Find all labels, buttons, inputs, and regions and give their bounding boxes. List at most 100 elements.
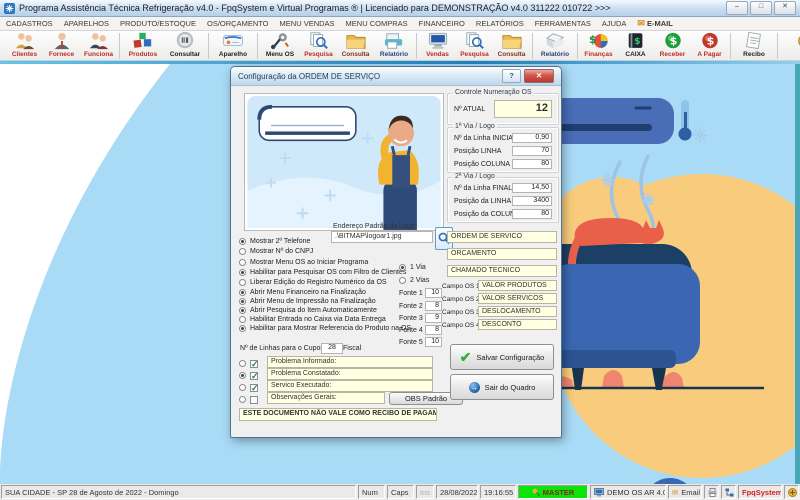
menu-relatorios[interactable]: RELATÓRIOS: [476, 19, 524, 28]
titulo-chamado-tecnico-field[interactable]: CHAMADO TECNICO: [447, 265, 557, 277]
toolbar-relatorio-os[interactable]: Relatório: [374, 31, 414, 60]
status-printer[interactable]: [704, 485, 719, 499]
option-1-via[interactable]: 1 Via: [399, 263, 426, 272]
toolbar-produtos[interactable]: Produtos: [122, 31, 164, 60]
logo-path-field[interactable]: .\BITMAP\logoar1.jpg: [331, 231, 433, 243]
toolbar-fornecedores[interactable]: Fornece: [43, 31, 80, 60]
status-system[interactable]: [784, 485, 799, 499]
radio-icon[interactable]: [239, 298, 246, 305]
toolbar-menu-os[interactable]: Menu OS: [260, 31, 300, 60]
toolbar-aparelho[interactable]: Aparelho: [211, 31, 255, 60]
menu-financeiro[interactable]: FINANCEIRO: [419, 19, 465, 28]
problema-constatado-field[interactable]: Problema Constatado:: [267, 368, 433, 380]
campo-os-1-field[interactable]: VALOR PRODUTOS: [478, 280, 557, 291]
option-pesquisar-filtro-clientes[interactable]: Habilitar para Pesquisar OS com Filtro d…: [239, 268, 406, 277]
campo-os-2-field[interactable]: VALOR SERVICOS: [478, 293, 557, 304]
fonte3-field[interactable]: 9: [425, 313, 442, 323]
fonte4-field[interactable]: 8: [425, 325, 442, 335]
titulo-orcamento-field[interactable]: ORCAMENTO: [447, 248, 557, 260]
dialog-titlebar[interactable]: Configuração da ORDEM DE SERVIÇO ? ✕: [231, 67, 561, 86]
campo-os-4-field[interactable]: DESCONTO: [478, 319, 557, 330]
radio-icon[interactable]: [239, 307, 246, 314]
option-mostrar-cnpj[interactable]: Mostrar Nº do CNPJ: [239, 247, 313, 256]
toolbar-pesquisa-os[interactable]: Pesquisa: [300, 31, 337, 60]
menu-cadastros[interactable]: CADASTROS: [6, 19, 53, 28]
servico-executado-field[interactable]: Servico Executado:: [267, 380, 433, 392]
toolbar-funcionarios[interactable]: Funciona: [80, 31, 117, 60]
toolbar-consulta-vendas[interactable]: Consulta: [493, 31, 530, 60]
option-liberar-edicao-registro[interactable]: Liberar Edição do Registro Numérico da O…: [239, 278, 387, 287]
radio-icon[interactable]: [399, 264, 406, 271]
radio-icon[interactable]: [239, 360, 246, 367]
option-pesquisa-item-automatico[interactable]: Abrir Pesquisa do Item Automaticamente: [239, 306, 377, 315]
menu-vendas[interactable]: MENU VENDAS: [280, 19, 335, 28]
toolbar-consulta-os[interactable]: Consulta: [337, 31, 374, 60]
fonte2-field[interactable]: 8: [425, 301, 442, 311]
radio-icon[interactable]: [399, 277, 406, 284]
radio-icon[interactable]: [239, 248, 246, 255]
menu-ferramentas[interactable]: FERRAMENTAS: [535, 19, 591, 28]
fonte5-field[interactable]: 10: [425, 337, 442, 347]
posicao-linha-field[interactable]: 70: [512, 146, 552, 156]
toolbar-a-pagar[interactable]: $ A Pagar: [691, 31, 728, 60]
menu-email[interactable]: ✉ E-MAIL: [637, 18, 672, 29]
option-mostrar-2-telefone[interactable]: Mostrar 2º Telefone: [239, 237, 310, 246]
linha-final-field[interactable]: 14,50: [512, 183, 552, 193]
radio-icon[interactable]: [239, 238, 246, 245]
toolbar-moeda[interactable]: [780, 31, 800, 60]
posicao-coluna-field[interactable]: 80: [512, 159, 552, 169]
checkbox-icon[interactable]: [250, 396, 258, 404]
minimize-button[interactable]: –: [726, 1, 748, 15]
sair-do-quadro-button[interactable]: → Sair do Quadro: [450, 374, 554, 400]
campo-os-3-field[interactable]: DESLOCAMENTO: [478, 306, 557, 317]
linha-inicial-field[interactable]: 0,90: [512, 133, 552, 143]
checkbox-icon[interactable]: [250, 384, 258, 392]
radio-icon[interactable]: [239, 372, 246, 379]
posicao-da-linha-field[interactable]: 3400: [512, 196, 552, 206]
close-button[interactable]: ✕: [774, 1, 796, 15]
option-2-vias[interactable]: 2 Vias: [399, 276, 429, 285]
radio-icon[interactable]: [239, 396, 246, 403]
option-entrada-caixa-data-entrega[interactable]: Habilitar Entrada no Caixa via Data Entr…: [239, 315, 386, 324]
status-network[interactable]: [721, 485, 736, 499]
toolbar-financas[interactable]: $ Finanças: [580, 31, 617, 60]
problema-informado-field[interactable]: Problema Informado:: [267, 356, 433, 368]
titulo-ordem-servico-field[interactable]: ORDEM DE SERVICO: [447, 231, 557, 243]
menu-produto-estoque[interactable]: PRODUTO/ESTOQUE: [120, 19, 196, 28]
toolbar-vendas[interactable]: Vendas: [419, 31, 456, 60]
dialog-close-button[interactable]: ✕: [524, 69, 554, 83]
toolbar-recibo[interactable]: Recibo: [733, 31, 775, 60]
option-menu-os-iniciar[interactable]: Mostrar Menu OS ao Iniciar Programa: [239, 258, 368, 267]
radio-icon[interactable]: [239, 316, 246, 323]
dialog-help-button[interactable]: ?: [502, 69, 521, 83]
toolbar-pesquisa-vendas[interactable]: Pesquisa: [456, 31, 493, 60]
radio-icon[interactable]: [239, 289, 246, 296]
cupom-field[interactable]: 28: [321, 343, 343, 354]
option-menu-financeiro-finalizacao[interactable]: Abrir Menu Financeiro na Finalização: [239, 288, 366, 297]
radio-icon[interactable]: [239, 269, 246, 276]
toolbar-receber[interactable]: $ Receber: [654, 31, 691, 60]
toolbar-caixa[interactable]: $ CAIXA: [617, 31, 654, 60]
checkbox-icon[interactable]: [250, 372, 258, 380]
menu-os-orcamento[interactable]: OS/ORÇAMENTO: [207, 19, 269, 28]
observacoes-gerais-field[interactable]: Observações Gerais:: [267, 392, 385, 404]
option-menu-impressao-finalizacao[interactable]: Abrir Menu de Impressão na Finalização: [239, 297, 376, 306]
menu-ajuda[interactable]: AJUDA: [602, 19, 627, 28]
menu-aparelhos[interactable]: APARELHOS: [64, 19, 109, 28]
radio-icon[interactable]: [239, 325, 246, 332]
salvar-configuracao-button[interactable]: ✔ Salvar Configuração: [450, 344, 554, 370]
toolbar-clientes[interactable]: Clientes: [6, 31, 43, 60]
radio-icon[interactable]: [239, 384, 246, 391]
radio-icon[interactable]: [239, 279, 246, 286]
fonte1-field[interactable]: 10: [425, 288, 442, 298]
maximize-button[interactable]: □: [750, 1, 772, 15]
toolbar-consultar-produtos[interactable]: Consultar: [164, 31, 206, 60]
status-email[interactable]: ✉ Email: [668, 485, 702, 499]
checkbox-icon[interactable]: [250, 360, 258, 368]
posicao-da-coluna-field[interactable]: 80: [512, 209, 552, 219]
radio-icon[interactable]: [239, 259, 246, 266]
toolbar-relatorio-vendas[interactable]: Relatório: [535, 31, 575, 60]
num-atual-field[interactable]: 12: [494, 100, 552, 118]
option-referencia-produto-os[interactable]: Habilitar para Mostrar Referencia do Pro…: [239, 324, 411, 333]
menu-compras[interactable]: MENU COMPRAS: [346, 19, 408, 28]
